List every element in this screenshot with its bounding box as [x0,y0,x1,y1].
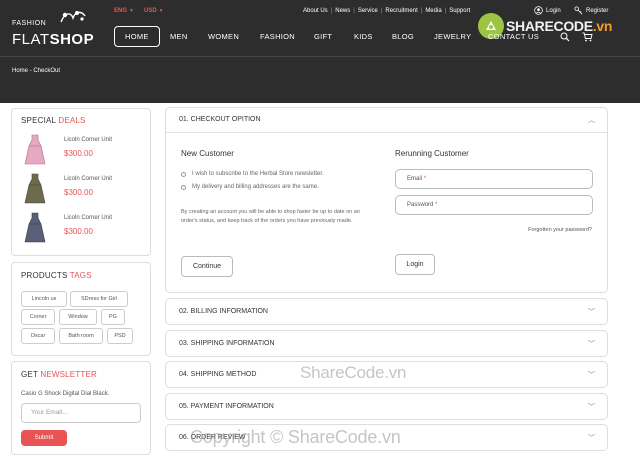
same-address-option[interactable]: My delivery and billing addresses are th… [181,184,319,190]
continue-button[interactable]: Continue [181,256,233,277]
search-icon[interactable] [557,29,573,45]
deal-item[interactable]: Licoln Corner Unit $300.00 [24,134,144,168]
copyright-watermark: Copyright © ShareCode.vn [190,427,401,447]
product-tags-title: PRODUCTS TAGS [21,271,92,280]
payment-information-section[interactable]: 05. PAYMENT INFORMATION ﹀ [165,393,608,420]
deal-price: $300.00 [64,227,93,236]
floral-ornament-icon [60,11,86,23]
nav-jewelry[interactable]: JEWELRY [434,32,471,41]
email-field[interactable]: Email * [395,169,593,189]
returning-customer-title: Rerunning Customer [395,149,469,158]
cart-icon[interactable] [579,29,595,45]
newsletter-description: Casio G Shock Digital Dial Black. [21,391,110,397]
checkout-option-title[interactable]: 01. CHECKOUT OPITION [179,116,261,123]
newsletter-title: GET NEWSLETTER [21,370,98,379]
breadcrumb: Home - CheckOut [12,68,61,74]
site-header: FASHION FLATSHOP ENG ▼ USD ▼ About Us | New… [0,0,640,103]
deal-price: $300.00 [64,188,93,197]
newsletter-submit-button[interactable]: Submit [21,430,67,446]
tag-bath-room[interactable]: Bath room [59,328,103,344]
top-link-support[interactable]: Support [449,8,470,14]
tag-sdress-for-girl[interactable]: SDress for Girl [70,291,128,307]
radio-button[interactable] [181,171,186,177]
dress-thumbnail [24,173,46,204]
new-customer-title: New Customer [181,149,234,158]
nav-fashion[interactable]: FASHION [260,32,295,41]
special-deals-panel: SPECIAL DEALS Licoln Corner Unit $300.00… [11,108,151,256]
deal-item[interactable]: Licoln Corner Unit $300.00 [24,173,144,207]
tag-oscar[interactable]: Oscar [21,328,55,344]
logo-tagline: FASHION [12,20,47,27]
tag-window[interactable]: Window [59,309,97,325]
language-select[interactable]: ENG ▼ [114,8,134,14]
logo-wordmark: FLATSHOP [12,31,95,48]
dress-thumbnail [24,212,46,243]
top-link-about[interactable]: About Us [303,8,328,14]
subscribe-option[interactable]: I wish to subscribe to the Herbal Store … [181,171,324,177]
top-link-recruitment[interactable]: Recruitment [385,8,417,14]
product-tags-panel: PRODUCTS TAGS Lincoln us SDress for Girl… [11,262,151,356]
caret-down-icon: ▼ [158,8,164,14]
radio-button[interactable] [181,184,186,190]
top-link-news[interactable]: News [335,8,350,14]
chevron-down-icon[interactable]: ﹀ [588,339,595,349]
tag-psd[interactable]: PSD [107,328,133,344]
newsletter-panel: GET NEWSLETTER Casio G Shock Digital Dia… [11,361,151,455]
shipping-information-section[interactable]: 03. SHIPPING INFORMATION ﹀ [165,330,608,357]
watermark-text: ShareCode.vn [300,363,407,382]
top-link-media[interactable]: Media [425,8,441,14]
chevron-down-icon[interactable]: ﹀ [588,370,595,380]
nav-blog[interactable]: BLOG [392,32,414,41]
nav-women[interactable]: WOMEN [208,32,239,41]
tag-lincoln-us[interactable]: Lincoln us [21,291,67,307]
top-links: About Us | News | Service | Recruitment | Me… [303,8,471,14]
chevron-down-icon[interactable]: ﹀ [588,307,595,317]
password-field[interactable]: Password * [395,195,593,215]
deal-item[interactable]: Licoln Corner Unit $300.00 [24,212,144,246]
caret-down-icon: ▼ [129,8,134,14]
billing-information-section[interactable]: 02. BILLING INFORMATION ﹀ [165,298,608,325]
nav-home[interactable]: HOME [114,26,160,47]
deal-name[interactable]: Licoln Corner Unit [64,137,112,143]
tag-pg[interactable]: PG [101,309,125,325]
shipping-method-title[interactable]: 04. SHIPPING METHOD [179,371,256,378]
newsletter-email-input[interactable]: Your Email... [21,403,141,423]
nav-contact[interactable]: CONTACT US [488,32,539,41]
login-button[interactable]: Login [395,254,435,275]
payment-information-title[interactable]: 05. PAYMENT INFORMATION [179,403,274,410]
section-divider [166,132,607,133]
chevron-down-icon[interactable]: ﹀ [588,402,595,412]
chevron-up-icon[interactable]: ︿ [588,115,595,125]
billing-information-title[interactable]: 02. BILLING INFORMATION [179,308,268,315]
dress-thumbnail [24,134,46,165]
deal-price: $300.00 [64,149,93,158]
tag-corner[interactable]: Corner [21,309,55,325]
nav-kids[interactable]: KIDS [354,32,373,41]
shipping-information-title[interactable]: 03. SHIPPING INFORMATION [179,340,275,347]
deal-name[interactable]: Licoln Corner Unit [64,176,112,182]
special-deals-title: SPECIAL DEALS [21,116,86,125]
nav-gift[interactable]: GIFT [314,32,332,41]
breadcrumb-bar: Home - CheckOut [0,56,640,104]
deal-name[interactable]: Licoln Corner Unit [64,215,112,221]
account-benefits-text: By creating an account you will be able … [181,209,360,224]
chevron-down-icon[interactable]: ﹀ [588,433,595,443]
top-link-service[interactable]: Service [358,8,378,14]
currency-select[interactable]: USD ▼ [144,8,164,14]
forgot-password-link[interactable]: Forgotten your password? [528,227,592,233]
checkout-option-section: 01. CHECKOUT OPITION ︿ New Customer I wi… [165,107,608,293]
nav-men[interactable]: MEN [170,32,188,41]
